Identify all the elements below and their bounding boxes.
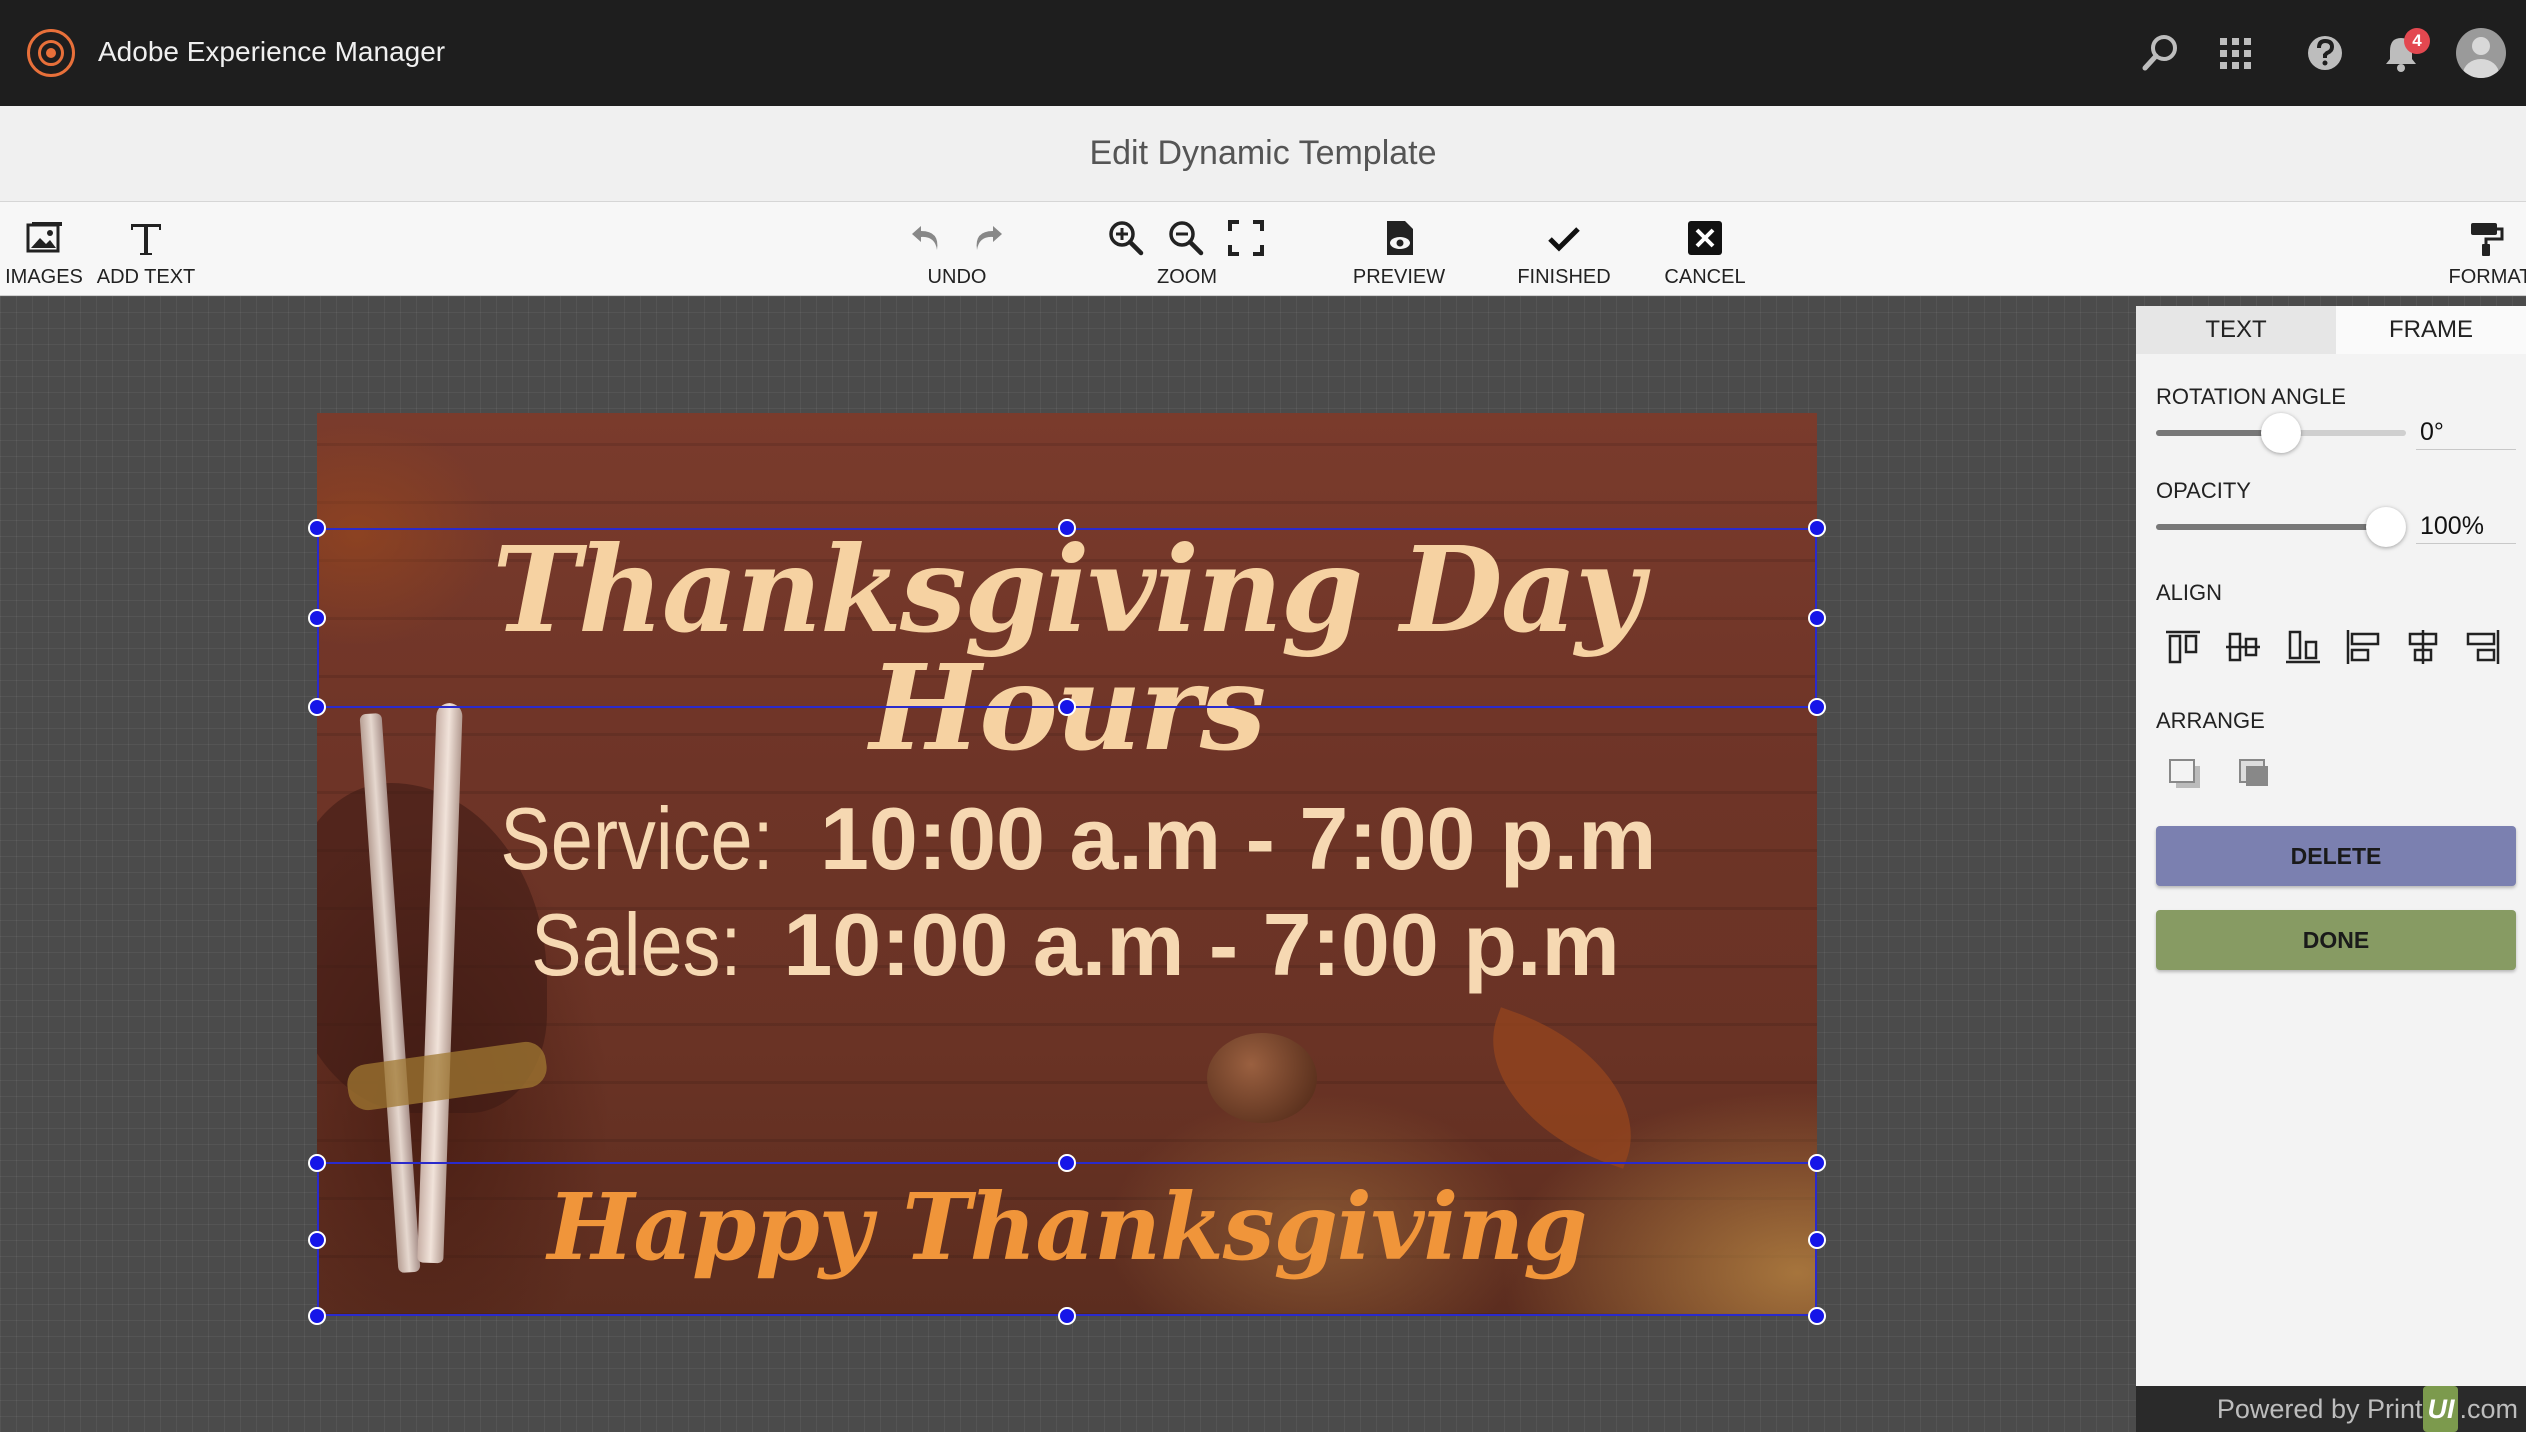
align-top-icon[interactable] (2162, 626, 2204, 668)
resize-handle[interactable] (1058, 1307, 1076, 1325)
resize-handle[interactable] (1058, 519, 1076, 537)
panel-tabs: TEXT FRAME (2136, 306, 2526, 354)
page-title: Edit Dynamic Template (1089, 134, 1437, 172)
opacity-label: OPACITY (2156, 478, 2251, 503)
align-buttons (2162, 626, 2522, 668)
fit-screen-icon[interactable] (1226, 218, 1266, 258)
search-icon[interactable] (2137, 30, 2183, 76)
finished-button[interactable]: FINISHED (1517, 266, 1610, 289)
opacity-slider[interactable] (2156, 507, 2406, 547)
aem-logo-icon[interactable] (27, 29, 75, 77)
align-left-icon[interactable] (2342, 626, 2384, 668)
align-middle-icon[interactable] (2222, 626, 2264, 668)
done-button[interactable]: DONE (2156, 910, 2516, 970)
images-button[interactable]: IMAGES (5, 266, 83, 289)
align-bottom-icon[interactable] (2282, 626, 2324, 668)
apps-grid-icon[interactable] (2212, 30, 2258, 76)
powered-by-footer[interactable]: Powered by Print UI .com (2136, 1386, 2526, 1432)
powered-prefix: Powered by Print (2216, 1394, 2423, 1424)
rotation-slider[interactable] (2156, 413, 2406, 453)
add-text-button[interactable]: ADD TEXT (97, 266, 196, 289)
opacity-field[interactable]: 100% (2416, 508, 2516, 544)
preview-icon[interactable] (1379, 218, 1419, 258)
app-title[interactable]: Adobe Experience Manager (98, 36, 445, 68)
heading-selection-frame[interactable] (317, 528, 1817, 708)
rotation-angle-field[interactable]: 0° (2416, 414, 2516, 450)
bring-forward-icon[interactable] (2236, 756, 2274, 792)
undo-button[interactable]: UNDO (928, 266, 987, 289)
align-center-icon[interactable] (2402, 626, 2444, 668)
resize-handle[interactable] (1058, 698, 1076, 716)
zoom-label: ZOOM (1157, 266, 1217, 288)
resize-handle[interactable] (308, 519, 326, 537)
cancel-button[interactable]: CANCEL (1664, 266, 1745, 289)
service-label: Service: (499, 789, 774, 888)
preview-button[interactable]: PREVIEW (1353, 266, 1445, 289)
image-icon[interactable] (24, 218, 64, 258)
resize-handle[interactable] (1058, 1154, 1076, 1172)
title-bar: Edit Dynamic Template (0, 106, 2526, 202)
service-hours-line[interactable]: Service: 10:00 a.m - 7:00 p.m (317, 795, 1817, 883)
rotation-slider-knob[interactable] (2261, 413, 2301, 453)
resize-handle[interactable] (308, 609, 326, 627)
help-icon[interactable] (2302, 30, 2348, 76)
format-paint-icon[interactable] (2466, 218, 2506, 258)
undo-icon[interactable] (907, 218, 947, 258)
rotation-angle-label: ROTATION ANGLE (2156, 384, 2346, 409)
close-box-icon[interactable] (1685, 218, 1725, 258)
properties-panel: TEXT FRAME ROTATION ANGLE 0° OPACITY 100… (2136, 306, 2526, 1386)
avatar[interactable] (2456, 28, 2506, 78)
text-icon[interactable] (126, 218, 166, 258)
resize-handle[interactable] (1808, 698, 1826, 716)
app-header: Adobe Experience Manager 4 (0, 0, 2526, 106)
resize-handle[interactable] (308, 1154, 326, 1172)
powered-suffix: .com (2459, 1394, 2518, 1424)
format-button[interactable]: FORMAT (2449, 266, 2526, 289)
resize-handle[interactable] (308, 1307, 326, 1325)
align-right-icon[interactable] (2462, 626, 2504, 668)
resize-handle[interactable] (308, 698, 326, 716)
resize-handle[interactable] (1808, 1154, 1826, 1172)
nut-image (1207, 1033, 1317, 1123)
footer-selection-frame[interactable] (317, 1162, 1817, 1316)
sales-hours: 10:00 a.m - 7:00 p.m (783, 895, 1620, 994)
delete-button[interactable]: DELETE (2156, 826, 2516, 886)
resize-handle[interactable] (1808, 519, 1826, 537)
resize-handle[interactable] (1808, 1307, 1826, 1325)
resize-handle[interactable] (1808, 1231, 1826, 1249)
opacity-slider-knob[interactable] (2366, 507, 2406, 547)
tab-text[interactable]: TEXT (2136, 306, 2336, 354)
arrange-label: ARRANGE (2156, 708, 2265, 733)
resize-handle[interactable] (1808, 609, 1826, 627)
notification-badge: 4 (2404, 28, 2430, 54)
sales-label: Sales: (531, 895, 742, 994)
resize-handle[interactable] (308, 1231, 326, 1249)
sales-hours-line[interactable]: Sales: 10:00 a.m - 7:00 p.m (317, 901, 1817, 989)
tab-frame[interactable]: FRAME (2336, 306, 2526, 354)
zoom-out-icon[interactable] (1166, 218, 1206, 258)
toolbar: IMAGES ADD TEXT UNDO ZOOM PREVIEW FINISH… (0, 202, 2526, 296)
leaf-image (1463, 1007, 1661, 1169)
printui-badge: UI (2423, 1386, 2459, 1432)
opacity-slider-fill (2156, 524, 2386, 530)
align-label: ALIGN (2156, 580, 2223, 605)
redo-icon[interactable] (967, 218, 1007, 258)
zoom-in-icon[interactable] (1106, 218, 1146, 258)
checkmark-icon[interactable] (1544, 218, 1584, 258)
service-hours: 10:00 a.m - 7:00 p.m (819, 789, 1657, 888)
send-backward-icon[interactable] (2166, 756, 2204, 792)
